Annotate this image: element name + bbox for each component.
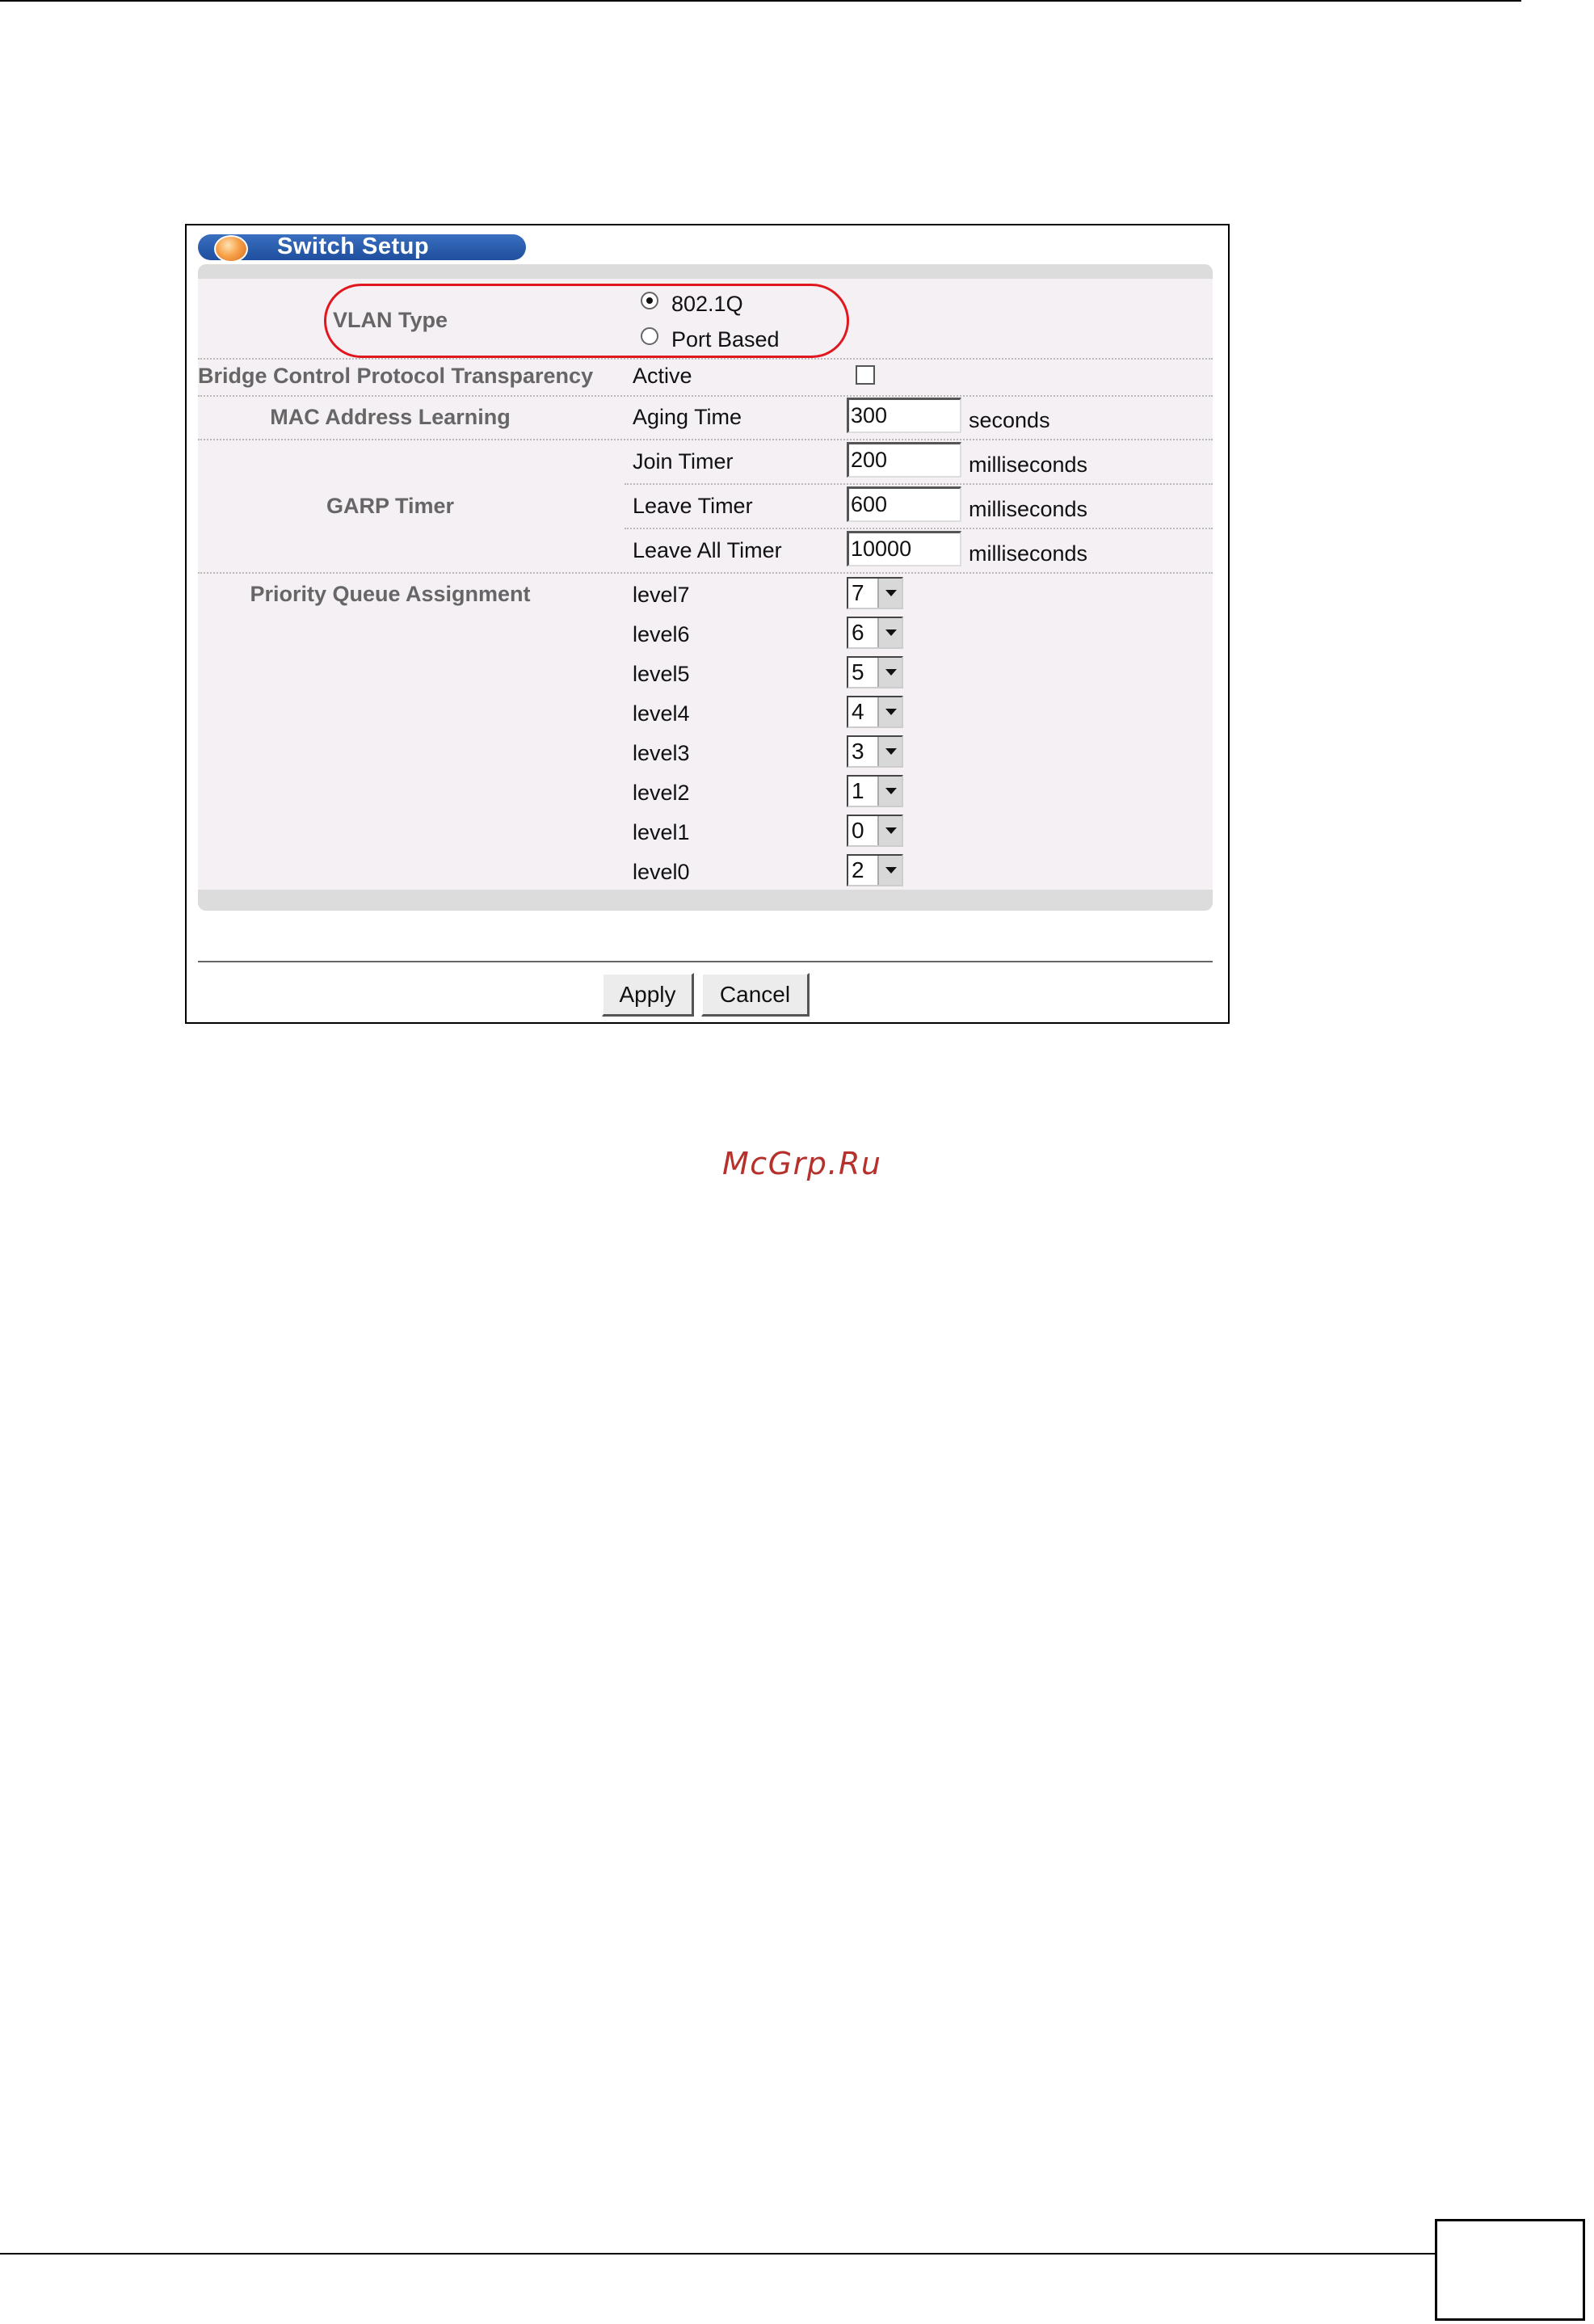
mac-learning-label: MAC Address Learning <box>270 405 511 429</box>
row-divider <box>198 358 1213 360</box>
aging-time-input[interactable] <box>847 398 961 433</box>
level1-value: 0 <box>852 818 864 843</box>
level3-value: 3 <box>852 739 864 764</box>
join-timer-input[interactable] <box>847 442 961 478</box>
row-divider <box>198 572 1213 574</box>
leave-all-timer-input[interactable] <box>847 531 961 566</box>
level6-label: level6 <box>633 622 690 646</box>
level5-select[interactable]: 5 <box>847 656 903 688</box>
level0-select[interactable]: 2 <box>847 854 903 886</box>
level7-value: 7 <box>852 580 864 605</box>
footer-divider <box>198 961 1213 962</box>
panel-top-band <box>198 264 1213 279</box>
level0-label: level0 <box>633 860 690 884</box>
page-bottom-rule <box>0 2253 1435 2255</box>
row-divider <box>625 483 1213 485</box>
level6-value: 6 <box>852 620 864 645</box>
title-orb-icon <box>214 235 248 263</box>
row-divider <box>198 395 1213 397</box>
garp-timer-label: GARP Timer <box>326 494 455 518</box>
leave-all-timer-unit: milliseconds <box>969 541 1088 566</box>
level3-select[interactable]: 3 <box>847 735 903 768</box>
level0-value: 2 <box>852 857 864 882</box>
page-top-rule <box>0 0 1521 2</box>
level7-label: level7 <box>633 583 690 607</box>
page-number-box <box>1435 2219 1585 2321</box>
chevron-down-icon[interactable] <box>877 658 902 687</box>
cancel-button[interactable]: Cancel <box>701 973 810 1017</box>
level1-select[interactable]: 0 <box>847 815 903 847</box>
chevron-down-icon[interactable] <box>877 816 902 845</box>
aging-time-unit: seconds <box>969 408 1050 432</box>
level5-value: 5 <box>852 659 864 684</box>
chevron-down-icon[interactable] <box>877 737 902 766</box>
level3-label: level3 <box>633 741 690 765</box>
level4-value: 4 <box>852 699 864 724</box>
leave-timer-label: Leave Timer <box>633 494 753 518</box>
leave-timer-unit: milliseconds <box>969 497 1088 521</box>
level2-value: 1 <box>852 778 864 803</box>
chevron-down-icon[interactable] <box>877 618 902 647</box>
bridge-control-active-label: Active <box>633 364 692 388</box>
chevron-down-icon[interactable] <box>877 856 902 885</box>
bridge-control-active-checkbox[interactable] <box>856 365 875 385</box>
join-timer-unit: milliseconds <box>969 453 1088 477</box>
level5-label: level5 <box>633 662 690 686</box>
chevron-down-icon[interactable] <box>877 697 902 726</box>
row-divider <box>625 528 1213 529</box>
chevron-down-icon[interactable] <box>877 579 902 608</box>
level4-label: level4 <box>633 701 690 726</box>
level1-label: level1 <box>633 820 690 844</box>
level2-label: level2 <box>633 781 690 805</box>
chevron-down-icon[interactable] <box>877 777 902 806</box>
window-title: Switch Setup <box>277 234 430 259</box>
apply-button[interactable]: Apply <box>602 973 694 1017</box>
panel-bottom-band <box>198 890 1213 911</box>
bridge-control-label: Bridge Control Protocol Transparency <box>198 364 594 388</box>
level4-select[interactable]: 4 <box>847 696 903 728</box>
level2-select[interactable]: 1 <box>847 775 903 807</box>
vlan-type-highlight-ring <box>324 284 849 358</box>
leave-timer-input[interactable] <box>847 486 961 522</box>
join-timer-label: Join Timer <box>633 449 734 474</box>
priority-queue-label: Priority Queue Assignment <box>250 582 531 606</box>
watermark-text: McGrp.Ru <box>722 1146 882 1181</box>
row-divider <box>198 439 1213 440</box>
leave-all-timer-label: Leave All Timer <box>633 538 782 562</box>
level7-select[interactable]: 7 <box>847 577 903 609</box>
level6-select[interactable]: 6 <box>847 617 903 649</box>
aging-time-label: Aging Time <box>633 405 742 429</box>
